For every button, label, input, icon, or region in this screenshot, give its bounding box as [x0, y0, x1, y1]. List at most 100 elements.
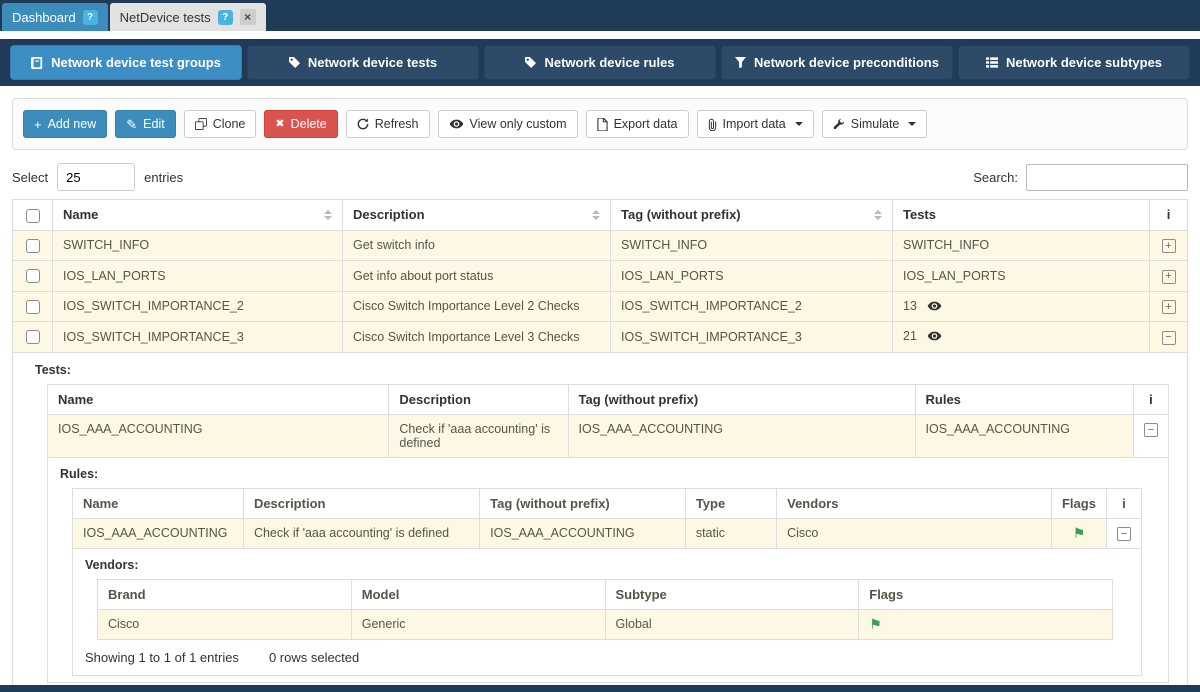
tag-icon — [288, 57, 300, 68]
vendors-detail-panel: Vendors: Brand Model Subtype Flags Cisco… — [72, 548, 1142, 677]
column-label: Tag (without prefix) — [621, 207, 741, 223]
expand-icon[interactable]: + — [1161, 239, 1176, 254]
table-row[interactable]: IOS_SWITCH_IMPORTANCE_3 Cisco Switch Imp… — [12, 321, 1188, 353]
expander-cell: − — [1105, 517, 1143, 550]
description-cell: Get info about port status — [342, 260, 611, 292]
description-cell: Check if 'aaa accounting' is defined — [242, 517, 481, 550]
tests-count: 13 — [903, 298, 917, 313]
column-header-tag[interactable]: Tag (without prefix) — [610, 199, 893, 231]
column-label: Flags — [869, 587, 904, 603]
column-label: Name — [83, 495, 119, 511]
row-tag: IOS_AAA_ACCOUNTING — [578, 421, 723, 436]
test-groups-table: Name Description Tag (without prefix) Te… — [12, 199, 1188, 691]
column-header-description: Description — [388, 383, 569, 415]
table-row[interactable]: SWITCH_INFO Get switch info SWITCH_INFO … — [12, 229, 1188, 262]
column-header-info: i — [1132, 383, 1170, 415]
simulate-button[interactable]: Simulate — [821, 110, 928, 138]
list-controls: Select entries Search: — [12, 163, 1188, 191]
import-data-label: Import data — [722, 117, 786, 131]
nav-label: Network device preconditions — [754, 55, 939, 70]
rows-selected-text: 0 rows selected — [268, 650, 360, 666]
expand-icon[interactable]: + — [1161, 269, 1176, 284]
table-row[interactable]: IOS_AAA_ACCOUNTING Check if 'aaa account… — [72, 517, 1143, 550]
column-label: Model — [361, 587, 400, 603]
close-icon[interactable]: × — [239, 9, 256, 25]
view-only-custom-label: View only custom — [469, 117, 567, 131]
nav-network-device-preconditions[interactable]: Network device preconditions — [721, 45, 953, 80]
export-data-button[interactable]: Export data — [585, 110, 689, 138]
table-row[interactable]: IOS_LAN_PORTS Get info about port status… — [12, 260, 1188, 292]
tab-netdevice-tests[interactable]: NetDevice tests ? × — [109, 3, 266, 31]
row-name: IOS_SWITCH_IMPORTANCE_2 — [63, 299, 244, 314]
section-nav-bar: Network device test groups Network devic… — [0, 39, 1200, 86]
column-label: Tag (without prefix) — [490, 495, 610, 511]
plus-icon: + — [34, 116, 42, 132]
eye-icon[interactable] — [927, 300, 942, 314]
tag-cell: IOS_AAA_ACCOUNTING — [479, 517, 686, 550]
row-checkbox[interactable] — [25, 238, 40, 253]
view-only-custom-button[interactable]: View only custom — [437, 110, 578, 138]
eye-icon[interactable] — [927, 330, 942, 344]
column-header-info: i — [1105, 487, 1143, 519]
column-header-name[interactable]: Name — [52, 199, 343, 231]
name-cell: SWITCH_INFO — [52, 229, 343, 262]
tag-cell: IOS_LAN_PORTS — [610, 260, 893, 292]
clone-button[interactable]: Clone — [183, 110, 257, 138]
add-new-label: Add new — [47, 117, 97, 131]
page-size-input[interactable] — [57, 163, 136, 191]
delete-button[interactable]: ✖ Delete — [264, 110, 338, 138]
name-cell: IOS_LAN_PORTS — [52, 260, 343, 292]
nav-network-device-rules[interactable]: Network device rules — [484, 45, 716, 80]
collapse-icon[interactable]: − — [1116, 527, 1131, 542]
name-cell: IOS_SWITCH_IMPORTANCE_3 — [52, 321, 343, 353]
nav-network-device-subtypes[interactable]: Network device subtypes — [958, 45, 1190, 80]
select-all-checkbox[interactable] — [25, 208, 40, 223]
column-header-description[interactable]: Description — [342, 199, 611, 231]
info-icon: i — [1122, 495, 1126, 511]
clone-icon — [194, 118, 207, 130]
delete-icon: ✖ — [275, 117, 285, 130]
showing-entries-text: Showing 1 to 1 of 1 entries — [85, 650, 239, 666]
column-header-type: Type — [684, 487, 778, 519]
rules-table: Name Description Tag (without prefix) Ty… — [72, 487, 1143, 677]
column-label: Tag (without prefix) — [578, 391, 699, 407]
nav-label: Network device subtypes — [1005, 55, 1163, 70]
refresh-button[interactable]: Refresh — [345, 110, 430, 138]
vendors-header-row: Brand Model Subtype Flags — [97, 579, 1113, 611]
name-cell: IOS_SWITCH_IMPORTANCE_2 — [52, 290, 343, 323]
column-header-description: Description — [242, 487, 481, 519]
flags-cell: ⚑ — [858, 609, 1113, 641]
tag-cell: IOS_SWITCH_IMPORTANCE_3 — [610, 321, 893, 353]
search-input[interactable] — [1026, 163, 1188, 191]
sort-icon — [592, 210, 600, 221]
row-checkbox[interactable] — [25, 269, 40, 284]
row-name: IOS_AAA_ACCOUNTING — [83, 525, 228, 540]
nav-network-device-tests[interactable]: Network device tests — [247, 45, 479, 80]
row-checkbox[interactable] — [25, 330, 40, 345]
type-cell: static — [684, 517, 778, 550]
add-new-button[interactable]: + Add new — [23, 110, 108, 138]
nav-network-device-test-groups[interactable]: Network device test groups — [10, 45, 242, 80]
edit-button[interactable]: ✎ Edit — [115, 110, 176, 138]
column-label: Description — [399, 391, 471, 407]
import-data-button[interactable]: Import data — [696, 110, 814, 138]
entries-label: entries — [144, 169, 184, 185]
table-row[interactable]: Cisco Generic Global ⚑ — [97, 609, 1113, 641]
row-tag: IOS_SWITCH_IMPORTANCE_2 — [621, 299, 802, 314]
row-tests: IOS_LAN_PORTS — [903, 268, 1006, 283]
tab-dashboard[interactable]: Dashboard ? — [2, 3, 108, 31]
row-description: Cisco Switch Importance Level 2 Checks — [353, 299, 580, 314]
table-row[interactable]: IOS_SWITCH_IMPORTANCE_2 Cisco Switch Imp… — [12, 290, 1188, 323]
expand-icon[interactable]: + — [1161, 300, 1176, 315]
table-row[interactable]: IOS_AAA_ACCOUNTING Check if 'aaa account… — [46, 413, 1170, 458]
row-tag: SWITCH_INFO — [621, 238, 708, 253]
collapse-icon[interactable]: − — [1143, 423, 1158, 438]
row-checkbox[interactable] — [25, 299, 40, 314]
help-badge-icon: ? — [217, 9, 233, 25]
row-name: IOS_SWITCH_IMPORTANCE_3 — [63, 329, 244, 344]
window-tab-bar: Dashboard ? NetDevice tests ? × — [0, 0, 1200, 31]
collapse-icon[interactable]: − — [1161, 330, 1176, 345]
row-name: SWITCH_INFO — [63, 238, 150, 253]
rules-header-row: Name Description Tag (without prefix) Ty… — [72, 487, 1143, 519]
tag-cell: IOS_AAA_ACCOUNTING — [567, 413, 916, 458]
